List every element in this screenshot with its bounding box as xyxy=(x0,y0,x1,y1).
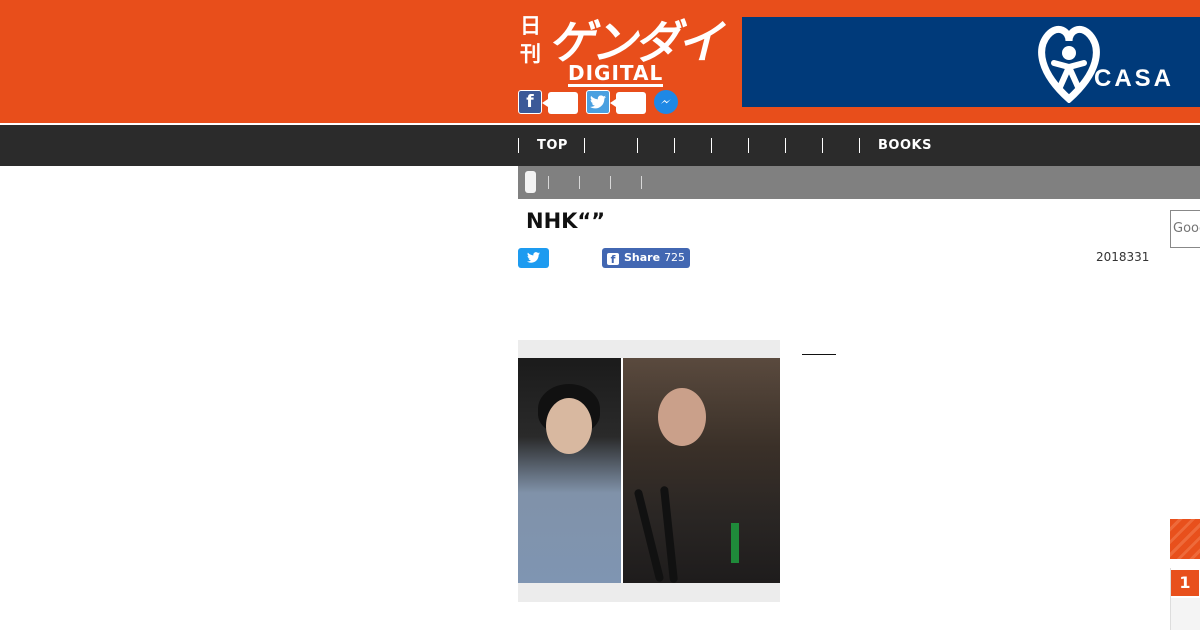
site-logo[interactable]: 日刊 ゲンダイ DIGITAL xyxy=(520,10,723,87)
ad-brand-text: CASA xyxy=(1094,65,1175,92)
twitter-icon[interactable] xyxy=(586,90,610,114)
photo-left-portrait xyxy=(518,358,621,583)
nav-item-7[interactable] xyxy=(785,138,823,153)
facebook-count-bubble xyxy=(542,92,578,114)
subnav-separator xyxy=(548,176,549,189)
article-title: NHK“” xyxy=(526,209,606,233)
nav-item-2[interactable] xyxy=(584,138,638,153)
photo-right-portrait xyxy=(623,358,780,584)
ranking-item[interactable]: 1 xyxy=(1170,568,1200,598)
article-date: 2018331 xyxy=(1096,250,1150,264)
facebook-icon: f xyxy=(607,253,619,266)
main-nav: TOP BOOKS xyxy=(0,125,1200,166)
twitter-bird-icon xyxy=(527,252,540,263)
google-search-box[interactable] xyxy=(1170,210,1200,248)
nav-item-3[interactable] xyxy=(637,138,675,153)
subnav-separator xyxy=(641,176,642,189)
nav-item-books[interactable]: BOOKS xyxy=(859,138,932,153)
nav-item-8[interactable] xyxy=(822,138,860,153)
search-input[interactable] xyxy=(1173,221,1200,236)
subnav-active-tab[interactable] xyxy=(525,171,536,193)
tweet-button[interactable] xyxy=(518,248,549,268)
ranking-list-item[interactable] xyxy=(1170,598,1200,630)
nav-item-5[interactable] xyxy=(711,138,749,153)
logo-kanji: 日刊 xyxy=(520,14,541,66)
nav-item-6[interactable] xyxy=(748,138,786,153)
facebook-share-label: Share xyxy=(624,251,661,264)
facebook-icon[interactable]: f xyxy=(518,90,542,114)
logo-digital: DIGITAL xyxy=(568,61,664,87)
ranking-tab-icon[interactable] xyxy=(1170,519,1200,559)
sub-nav xyxy=(518,166,1200,199)
header-ad-banner[interactable]: CASA xyxy=(742,17,1200,107)
nav-item-4[interactable] xyxy=(674,138,712,153)
messenger-icon[interactable] xyxy=(654,90,678,114)
subnav-separator xyxy=(610,176,611,189)
article-photo[interactable] xyxy=(518,340,780,602)
site-header: 日刊 ゲンダイ DIGITAL f CASA xyxy=(0,0,1200,123)
subnav-separator xyxy=(579,176,580,189)
facebook-share-count: 725 xyxy=(664,251,686,264)
twitter-count-bubble xyxy=(610,92,646,114)
nav-item-top[interactable]: TOP xyxy=(518,138,568,153)
ranking-number-badge: 1 xyxy=(1171,570,1199,596)
facebook-share-button[interactable]: f Share 725 xyxy=(602,248,691,268)
article-text-link-underline[interactable] xyxy=(802,354,836,355)
